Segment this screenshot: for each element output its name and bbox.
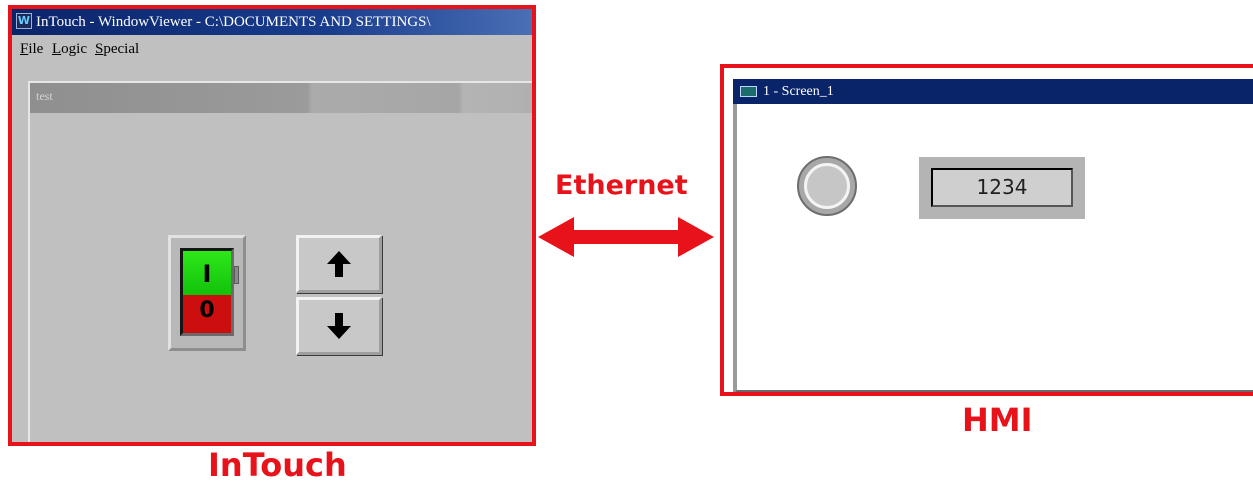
arrow-down-icon bbox=[327, 313, 351, 339]
toggle-switch-body: I 0 bbox=[180, 248, 234, 336]
hmi-caption: HMI bbox=[962, 401, 1033, 439]
hmi-titlebar[interactable]: 1 - Screen_1 bbox=[733, 79, 1253, 104]
increment-button[interactable] bbox=[296, 235, 382, 293]
intouch-window-title: InTouch - WindowViewer - C:\DOCUMENTS AN… bbox=[36, 14, 431, 30]
switch-lever bbox=[234, 266, 239, 284]
switch-off-segment: 0 bbox=[183, 295, 231, 333]
hmi-screen-area bbox=[733, 104, 1253, 392]
menu-file[interactable]: File bbox=[20, 35, 43, 63]
menu-logic-label: ogic bbox=[61, 41, 87, 57]
arrow-up-icon bbox=[327, 251, 351, 277]
menu-special[interactable]: Special bbox=[95, 35, 139, 63]
double-headed-arrow-icon bbox=[538, 217, 714, 257]
indicator-lamp-face bbox=[804, 163, 850, 209]
intouch-caption: InTouch bbox=[208, 446, 347, 484]
menu-file-label: ile bbox=[28, 41, 44, 57]
numeric-display-value: 1234 bbox=[931, 168, 1073, 207]
hmi-window: 1 - Screen_1 1234 bbox=[720, 64, 1253, 396]
decrement-button[interactable] bbox=[296, 297, 382, 355]
hmi-window-title: 1 - Screen_1 bbox=[763, 84, 834, 99]
numeric-display[interactable]: 1234 bbox=[919, 157, 1085, 219]
client-window-label: test bbox=[36, 89, 53, 103]
intouch-client-area: test I 0 bbox=[28, 81, 532, 442]
switch-on-segment: I bbox=[183, 251, 231, 295]
menu-logic[interactable]: Logic bbox=[52, 35, 87, 63]
intouch-menubar: File Logic Special bbox=[12, 35, 532, 63]
intouch-titlebar[interactable]: W InTouch - WindowViewer - C:\DOCUMENTS … bbox=[12, 9, 532, 35]
intouch-window: W InTouch - WindowViewer - C:\DOCUMENTS … bbox=[8, 5, 536, 446]
client-window-titlebar[interactable]: test bbox=[30, 83, 532, 113]
toggle-switch[interactable]: I 0 bbox=[168, 235, 246, 351]
menu-logic-mnemonic: L bbox=[52, 41, 62, 57]
intouch-app-icon[interactable]: W bbox=[16, 13, 32, 29]
indicator-lamp-icon[interactable] bbox=[797, 156, 857, 216]
screen-icon bbox=[740, 86, 757, 97]
ethernet-label: Ethernet bbox=[555, 170, 688, 201]
menu-special-label: pecial bbox=[103, 41, 140, 57]
